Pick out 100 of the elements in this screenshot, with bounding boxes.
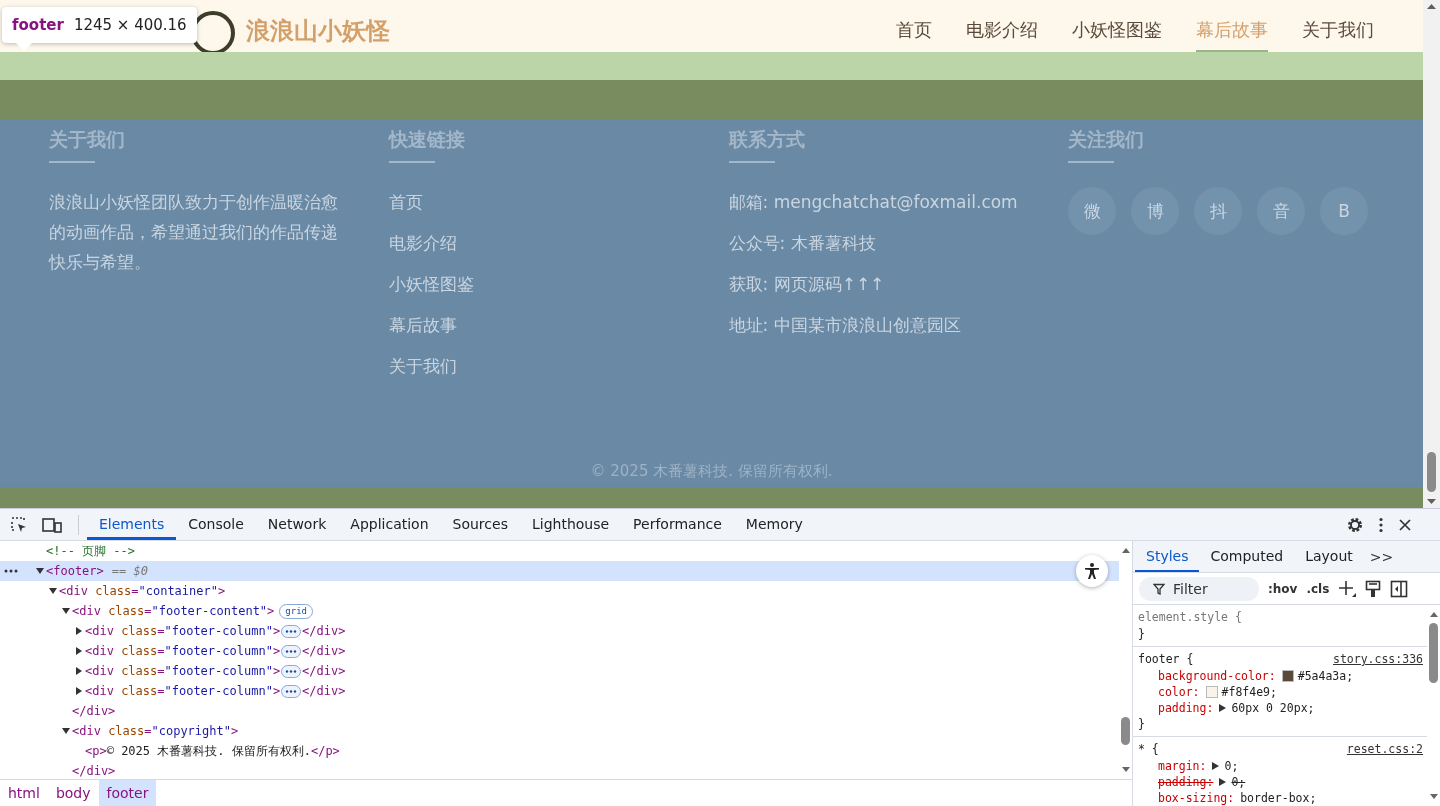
css-property[interactable]: color: [1158, 684, 1200, 700]
more-icon[interactable] [4, 569, 18, 573]
dom-node[interactable]: <div class="footer-column"> [85, 684, 281, 698]
devtools-tab[interactable]: Network [255, 509, 339, 540]
dom-node[interactable]: <p>© 2025 木番薯科技. 保留所有权利.</p> [85, 742, 340, 760]
devtools-tab[interactable]: Memory [733, 509, 815, 540]
more-tabs-button[interactable]: >> [1363, 548, 1400, 565]
about-paragraph: 浪浪山小妖怪团队致力于创作温暖治愈的动画作品，希望通过我们的作品传递快乐与希望。 [49, 191, 339, 274]
collapsed-content-icon[interactable] [281, 684, 302, 698]
expand-toggle-icon[interactable] [75, 647, 83, 655]
scroll-thumb[interactable] [1121, 717, 1130, 745]
css-selector: footer { [1138, 651, 1194, 668]
css-property[interactable]: background-color: [1158, 668, 1276, 684]
dom-node[interactable]: <footer> [46, 564, 104, 578]
nav-link[interactable]: 关于我们 [1302, 16, 1374, 52]
css-selector: * { [1138, 741, 1159, 758]
collapsed-content-icon[interactable] [281, 664, 302, 678]
css-value[interactable]: 60px 0 20px; [1231, 700, 1315, 716]
new-rule-icon[interactable] [1338, 579, 1357, 598]
css-value[interactable]: 0; [1224, 758, 1239, 774]
sidebar-toggle-icon[interactable] [1390, 579, 1409, 598]
breadcrumb[interactable]: body [47, 780, 99, 806]
devtools-tab[interactable]: Elements [87, 509, 177, 540]
expand-icon[interactable] [1219, 704, 1227, 712]
column-heading: 联系方式 [728, 127, 806, 152]
expand-toggle-icon[interactable] [49, 587, 57, 595]
css-property[interactable]: padding: [1158, 700, 1214, 716]
closing-tag: </div> [302, 644, 346, 658]
accessibility-button[interactable] [1076, 555, 1108, 587]
sidebar-tab[interactable]: Layout [1294, 541, 1364, 572]
dom-node[interactable]: <div class="copyright"> [72, 724, 239, 738]
css-property[interactable]: margin: [1158, 758, 1207, 774]
devtools-tab[interactable]: Sources [440, 509, 520, 540]
expand-toggle-icon[interactable] [75, 687, 83, 695]
tooltip-tag: footer [12, 16, 64, 34]
css-value[interactable]: border-box; [1240, 790, 1317, 806]
node-reference: == $0 [111, 564, 148, 578]
closing-tag: </div> [302, 624, 346, 638]
dom-node[interactable]: <!-- 页脚 --> [46, 542, 136, 560]
expand-toggle-icon[interactable] [62, 727, 70, 735]
breadcrumb[interactable]: html [0, 780, 48, 806]
scroll-thumb[interactable] [1427, 452, 1436, 492]
accessibility-icon[interactable] [1083, 562, 1101, 580]
css-property[interactable]: box-sizing: [1158, 790, 1235, 806]
hover-state-button[interactable]: :hov [1268, 581, 1298, 596]
more-options-icon[interactable] [1378, 516, 1384, 533]
css-value[interactable]: #f8f4e9; [1221, 684, 1277, 700]
devtools-tab[interactable]: Performance [621, 509, 734, 540]
selected-node-row[interactable]: <footer> == $0 [0, 561, 1119, 581]
expand-toggle-icon[interactable] [75, 627, 83, 635]
dom-node[interactable]: <div class="footer-column"> [85, 664, 281, 678]
expand-toggle-icon[interactable] [62, 607, 70, 615]
css-selector: element.style { [1138, 609, 1242, 626]
dom-node[interactable]: <div class="footer-column"> [85, 624, 281, 638]
contact-line: 获取: 网页源码↑↑↑ [728, 273, 886, 296]
column-heading: 快速链接 [389, 127, 466, 152]
closing-tag: </div> [302, 664, 346, 678]
sidebar-tab[interactable]: Styles [1135, 541, 1200, 572]
devtools-tab[interactable]: Lighthouse [519, 509, 622, 540]
device-toggle-icon[interactable] [42, 515, 62, 534]
contact-line: 公众号: 木番薯科技 [728, 232, 877, 255]
page-scrollbar[interactable] [1423, 0, 1440, 508]
column-heading: 关于我们 [49, 127, 126, 152]
scroll-thumb[interactable] [1429, 623, 1438, 683]
expand-toggle-icon[interactable] [75, 667, 83, 675]
rule-close-brace: } [1138, 716, 1146, 732]
devtools-tab[interactable]: Application [338, 509, 441, 540]
color-swatch[interactable] [1205, 686, 1218, 698]
dom-node[interactable]: <div class="container"> [59, 584, 226, 598]
filter-field[interactable]: Filter [1139, 576, 1259, 601]
paint-brush-icon[interactable] [1365, 579, 1382, 598]
filter-icon [1153, 582, 1165, 595]
css-property[interactable]: padding: [1158, 774, 1214, 790]
css-value[interactable]: 0; [1231, 774, 1246, 790]
nav-link[interactable]: 首页 [896, 16, 932, 52]
breadcrumb[interactable]: footer [98, 780, 157, 806]
tooltip-size: 1245 × 400.16 [73, 16, 187, 34]
sidebar-tab[interactable]: Computed [1199, 541, 1295, 572]
devtools-tab[interactable]: Console [176, 509, 256, 540]
closing-tag: </div> [72, 704, 116, 718]
expand-toggle-icon[interactable] [36, 567, 44, 575]
collapsed-content-icon[interactable] [281, 644, 302, 658]
column-heading: 关注我们 [1068, 127, 1145, 152]
nav-link[interactable]: 小妖怪图鉴 [1072, 16, 1162, 52]
closing-tag: </div> [302, 684, 346, 698]
dom-node[interactable]: <div class="footer-content"> [72, 604, 275, 618]
color-swatch[interactable] [1281, 670, 1294, 682]
nav-link[interactable]: 电影介绍 [966, 16, 1038, 52]
collapsed-content-icon[interactable] [281, 624, 302, 638]
settings-icon[interactable] [1346, 515, 1364, 534]
source-link[interactable]: reset.css:2 [1346, 741, 1423, 758]
close-icon[interactable] [1398, 517, 1412, 532]
dom-node[interactable]: <div class="footer-column"> [85, 644, 281, 658]
contact-line: 地址: 中国某市浪浪山创意园区 [728, 314, 962, 337]
contact-line: 邮箱: mengchatchat@foxmail.com [728, 191, 1019, 214]
css-value[interactable]: #5a4a3a; [1297, 668, 1354, 684]
inspect-icon[interactable] [10, 515, 28, 534]
class-toggle-button[interactable]: .cls [1306, 581, 1330, 596]
closing-tag: </div> [72, 764, 116, 778]
source-link[interactable]: story.css:336 [1333, 651, 1423, 668]
